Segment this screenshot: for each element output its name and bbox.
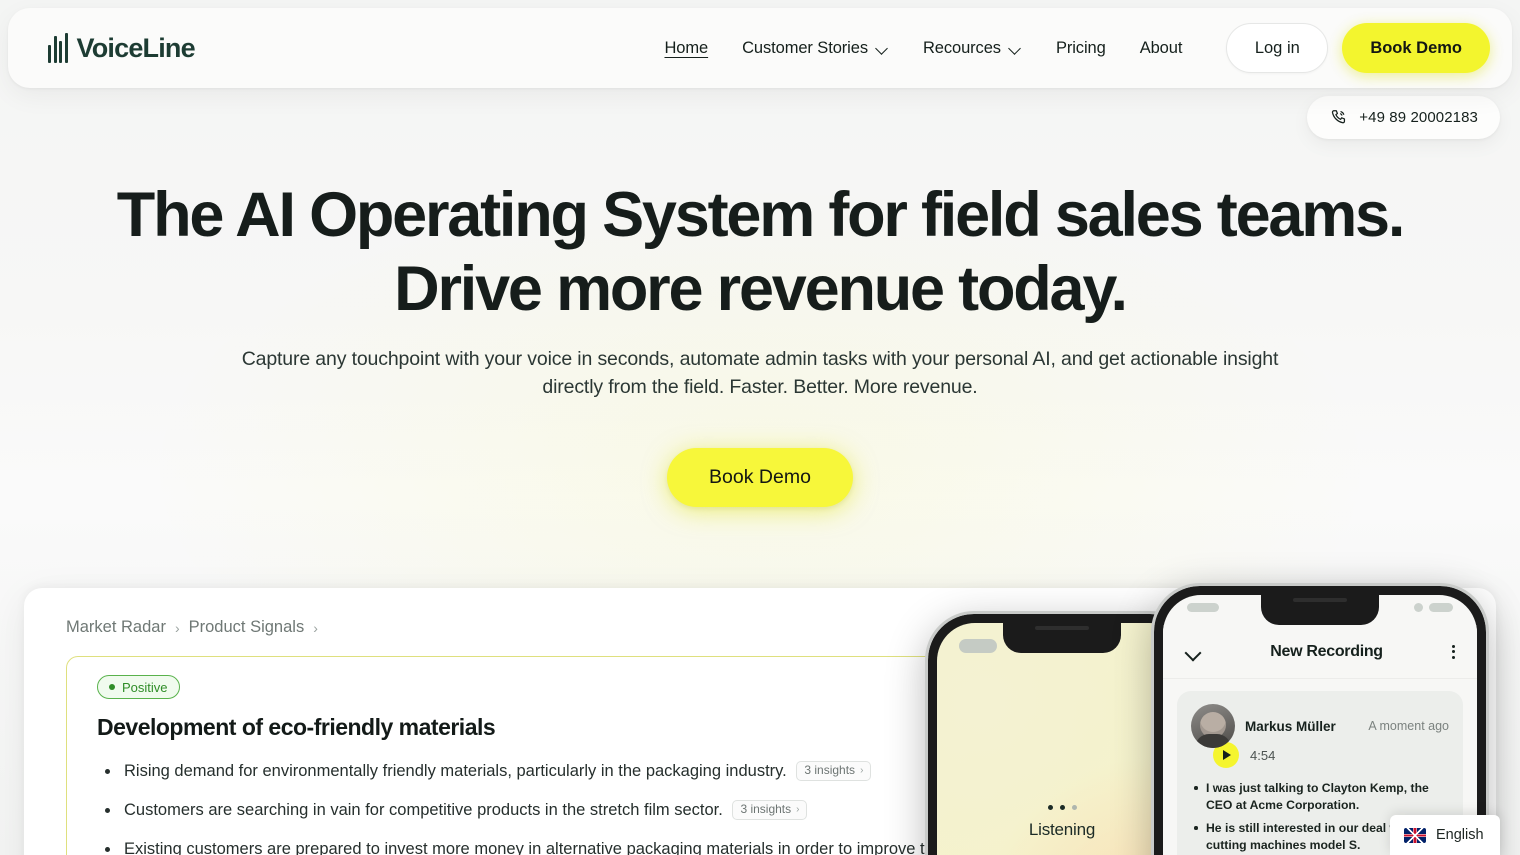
status-bar-time bbox=[1187, 603, 1219, 612]
nav-item-about-label: About bbox=[1139, 38, 1183, 57]
main-navbar: VoiceLine Home Customer Stories Recource… bbox=[8, 8, 1512, 88]
listening-label: Listening bbox=[1028, 820, 1096, 839]
listening-indicator: Listening bbox=[937, 805, 1187, 840]
contact-phone-pill[interactable]: +49 89 20002183 bbox=[1307, 96, 1500, 139]
loading-dots-icon bbox=[937, 805, 1187, 810]
recording-timestamp: A moment ago bbox=[1368, 719, 1449, 733]
insights-chip-label: 3 insights bbox=[804, 763, 856, 777]
nav-item-customer-stories-label: Customer Stories bbox=[742, 38, 868, 57]
recording-author-name: Markus Müller bbox=[1245, 718, 1336, 734]
recording-title: New Recording bbox=[1270, 642, 1383, 660]
page-title: The AI Operating System for field sales … bbox=[116, 180, 1406, 324]
insights-chip-label: 3 insights bbox=[740, 802, 792, 816]
book-demo-nav-button[interactable]: Book Demo bbox=[1342, 23, 1490, 73]
brand-name: VoiceLine bbox=[76, 32, 196, 63]
breadcrumb-separator-icon: › bbox=[313, 619, 318, 636]
nav-item-customer-stories[interactable]: Customer Stories bbox=[742, 39, 889, 58]
chevron-down-icon[interactable] bbox=[1185, 644, 1201, 660]
breadcrumb-item-product-signals[interactable]: Product Signals bbox=[189, 618, 305, 637]
avatar bbox=[1191, 704, 1235, 748]
waveform-icon bbox=[48, 33, 68, 63]
status-bar bbox=[1163, 603, 1477, 612]
nav-links: Home Customer Stories Recources Pricing … bbox=[664, 39, 1182, 58]
bullet-text: Customers are searching in vain for comp… bbox=[124, 801, 723, 819]
status-badge-label: Positive bbox=[122, 679, 168, 695]
hero-subheading: Capture any touchpoint with your voice i… bbox=[241, 348, 1279, 398]
uk-flag-icon bbox=[1404, 827, 1426, 843]
brand-logo[interactable]: VoiceLine bbox=[48, 32, 196, 64]
nav-item-resources-label: Recources bbox=[922, 38, 1001, 57]
nav-item-home-label: Home bbox=[664, 38, 709, 57]
status-dot-icon bbox=[109, 684, 115, 690]
list-item: I was just talking to Clayton Kemp, the … bbox=[1191, 780, 1449, 813]
breadcrumb-separator-icon: › bbox=[174, 619, 180, 636]
breadcrumb-item-market-radar[interactable]: Market Radar bbox=[66, 618, 166, 637]
status-bar-indicators bbox=[1414, 603, 1453, 612]
language-label: English bbox=[1436, 827, 1484, 843]
nav-actions: Log in Book Demo bbox=[1226, 23, 1490, 73]
chevron-right-icon: › bbox=[796, 804, 800, 815]
login-button[interactable]: Log in bbox=[1226, 23, 1329, 73]
recording-app-header: New Recording bbox=[1163, 625, 1477, 679]
nav-item-resources[interactable]: Recources bbox=[923, 39, 1022, 58]
nav-item-pricing[interactable]: Pricing bbox=[1056, 39, 1106, 58]
language-selector[interactable]: English bbox=[1390, 815, 1500, 855]
recording-duration: 4:54 bbox=[1250, 747, 1276, 763]
hero-cta-wrapper: Book Demo bbox=[0, 448, 1520, 507]
book-demo-hero-button[interactable]: Book Demo bbox=[667, 448, 853, 507]
playback-row: 4:54 bbox=[1213, 742, 1449, 768]
chevron-right-icon: › bbox=[860, 765, 864, 776]
kebab-menu-icon[interactable] bbox=[1452, 644, 1455, 659]
status-badge: Positive bbox=[97, 675, 180, 699]
chevron-down-icon bbox=[1009, 44, 1022, 52]
bullet-text: Existing customers are prepared to inves… bbox=[124, 840, 1054, 855]
contact-phone-number: +49 89 20002183 bbox=[1359, 109, 1478, 126]
phone-screen-listening: Listening bbox=[937, 623, 1187, 855]
chevron-down-icon bbox=[876, 44, 889, 52]
phone-speaker bbox=[1293, 598, 1347, 602]
phone-call-icon bbox=[1332, 110, 1346, 124]
bullet-text: Rising demand for environmentally friend… bbox=[124, 762, 787, 780]
insights-chip[interactable]: 3 insights › bbox=[732, 799, 808, 820]
page-root: VoiceLine Home Customer Stories Recource… bbox=[0, 0, 1520, 855]
status-bar-pill bbox=[959, 639, 997, 653]
nav-item-pricing-label: Pricing bbox=[1055, 38, 1106, 57]
nav-item-about[interactable]: About bbox=[1140, 39, 1183, 58]
nav-item-home[interactable]: Home bbox=[664, 39, 708, 58]
insights-chip[interactable]: 3 insights › bbox=[796, 760, 872, 781]
phone-speaker bbox=[1035, 626, 1089, 630]
